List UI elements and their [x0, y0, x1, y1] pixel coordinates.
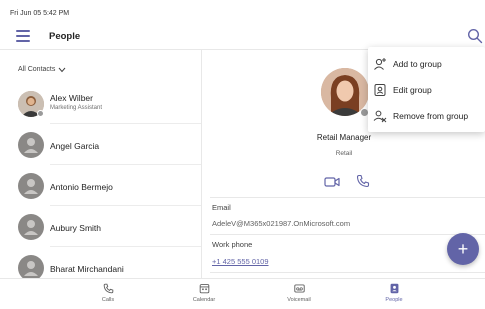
bottom-navigation: Calls Calendar Voicemail People [0, 278, 485, 309]
search-icon[interactable] [467, 28, 483, 44]
contact-item-alex-wilber[interactable]: Alex Wilber Marketing Assistant [0, 84, 201, 124]
calendar-icon [199, 284, 209, 294]
people-icon [390, 283, 398, 294]
contact-name: Angel Garcia [50, 141, 100, 151]
profile-job-title: Retail Manager [316, 133, 372, 142]
contact-item-aubury-smith[interactable]: Aubury Smith [0, 207, 201, 247]
divider [210, 272, 485, 273]
list-divider [50, 246, 201, 247]
nav-item-people[interactable]: People [364, 283, 424, 309]
contacts-filter-label: All Contacts [18, 66, 56, 73]
edit-group-icon [373, 83, 387, 97]
voicemail-icon [293, 284, 305, 293]
list-divider [50, 164, 201, 165]
email-value[interactable]: AdeleV@M365x021987.OnMicrosoft.com [212, 219, 350, 228]
contact-subtitle: Marketing Assistant [50, 105, 103, 111]
contact-name: Bharat Mirchandani [50, 264, 124, 274]
nav-label: People [385, 297, 403, 303]
default-avatar-icon [18, 173, 44, 199]
menu-item-label: Edit group [393, 85, 432, 95]
list-divider [50, 123, 201, 124]
contact-name: Antonio Bermejo [50, 182, 113, 192]
phone-icon [103, 283, 113, 294]
contact-name: Aubury Smith [50, 223, 102, 233]
menu-item-label: Remove from group [393, 111, 469, 121]
nav-item-calendar[interactable]: Calendar [174, 283, 234, 309]
contact-item-bharat-mirchandani[interactable]: Bharat Mirchandani [0, 248, 201, 278]
nav-item-calls[interactable]: Calls [78, 283, 138, 309]
profile-department: Retail [335, 150, 353, 157]
menu-item-add-to-group[interactable]: Add to group [368, 51, 485, 77]
divider [210, 197, 485, 198]
status-bar-time: Fri Jun 05 5:42 PM [10, 10, 70, 17]
chevron-down-icon [58, 67, 66, 72]
plus-icon: + [457, 239, 469, 259]
teams-people-screen: Fri Jun 05 5:42 PM People All Contacts A… [0, 0, 485, 309]
phone-icon[interactable] [356, 174, 370, 188]
remove-person-icon [373, 109, 387, 123]
video-call-icon[interactable] [324, 175, 340, 187]
nav-label: Voicemail [287, 297, 311, 303]
nav-label: Calendar [192, 297, 216, 303]
contact-item-angel-garcia[interactable]: Angel Garcia [0, 125, 201, 165]
default-avatar-icon [18, 255, 44, 278]
work-phone-link[interactable]: +1 425 555 0109 [212, 257, 269, 266]
menu-item-label: Add to group [393, 59, 442, 69]
menu-item-remove-from-group[interactable]: Remove from group [368, 103, 485, 129]
email-label: Email [212, 203, 231, 212]
work-phone-label: Work phone [212, 240, 253, 249]
nav-label: Calls [101, 297, 115, 303]
divider [210, 234, 485, 235]
contact-item-antonio-bermejo[interactable]: Antonio Bermejo [0, 166, 201, 206]
list-divider [50, 205, 201, 206]
menu-icon[interactable] [16, 30, 30, 42]
default-avatar-icon [18, 132, 44, 158]
menu-item-edit-group[interactable]: Edit group [368, 77, 485, 103]
default-avatar-icon [18, 214, 44, 240]
context-menu: Add to group Edit group Remove from grou… [368, 47, 485, 132]
add-button[interactable]: + [447, 233, 479, 265]
presence-indicator [37, 110, 44, 117]
add-person-icon [373, 57, 387, 71]
nav-item-voicemail[interactable]: Voicemail [269, 283, 329, 309]
contact-name: Alex Wilber [50, 93, 93, 103]
contacts-filter-dropdown[interactable]: All Contacts [18, 66, 66, 73]
page-title: People [49, 31, 81, 42]
contacts-list: All Contacts Alex Wilber Marketing Assis… [0, 50, 202, 278]
